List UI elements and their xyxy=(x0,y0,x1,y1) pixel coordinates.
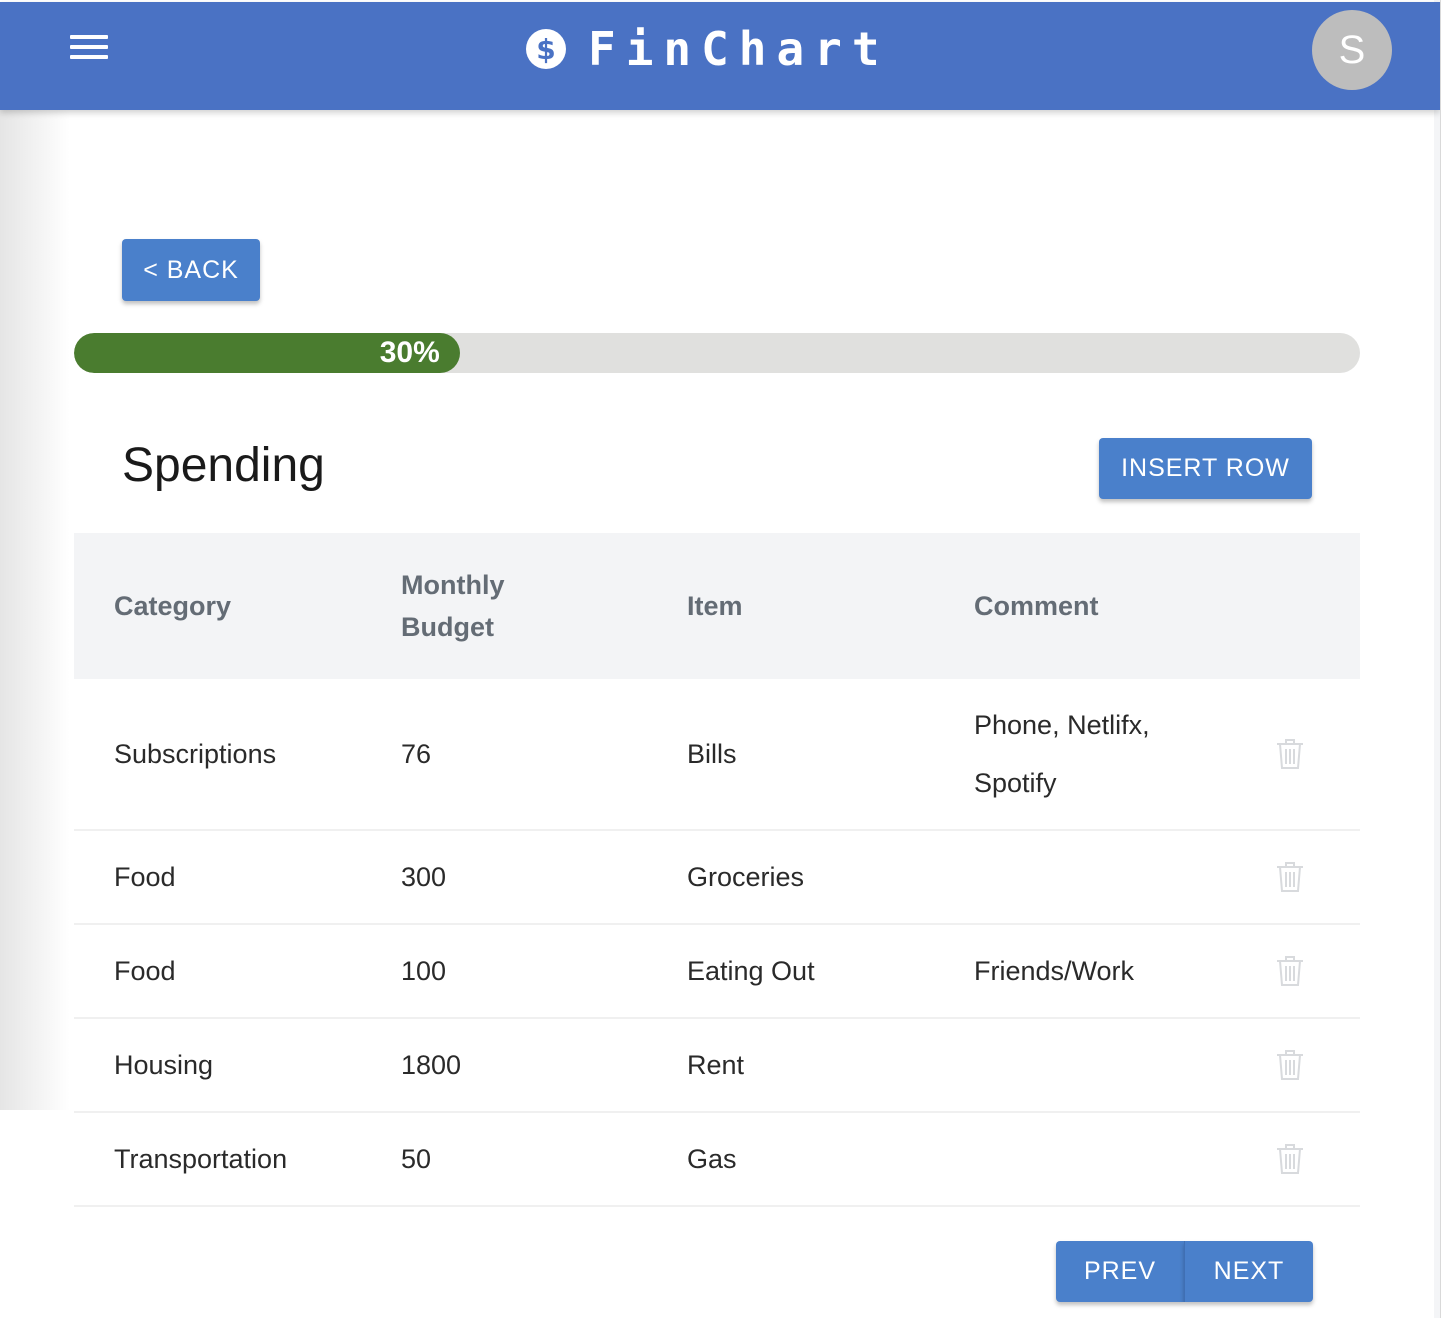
cell-category: Food xyxy=(114,862,176,892)
app-frame: $ FinChart S < BACK 30% Spending INSERT … xyxy=(0,0,1441,1318)
cell-item: Groceries xyxy=(687,862,805,892)
cell-item: Bills xyxy=(687,739,737,769)
progress-fill: 30% xyxy=(74,333,460,373)
app-name: FinChart xyxy=(588,22,890,76)
cell-comment xyxy=(974,831,1234,923)
app-bar: $ FinChart S xyxy=(0,2,1440,110)
cell-category: Housing xyxy=(114,1050,214,1080)
progress-bar: 30% xyxy=(74,333,1360,373)
cell-category: Transportation xyxy=(114,1144,288,1174)
header-category: Category xyxy=(114,591,232,621)
brand: $ FinChart xyxy=(526,22,890,76)
table-row[interactable]: Transportation 50 Gas xyxy=(74,1113,1360,1207)
cell-budget: 76 xyxy=(401,739,432,769)
trash-icon[interactable] xyxy=(1274,954,1306,988)
next-button[interactable]: NEXT xyxy=(1184,1241,1313,1302)
trash-icon[interactable] xyxy=(1274,1142,1306,1176)
header-comment: Comment xyxy=(974,591,1099,621)
cell-comment: Friends/Work xyxy=(974,956,1135,986)
trash-icon[interactable] xyxy=(1274,860,1306,894)
header-budget-line2: Budget xyxy=(401,612,494,642)
page-title: Spending xyxy=(122,439,325,492)
back-button[interactable]: < BACK xyxy=(122,239,260,301)
header-budget-line1: Monthly xyxy=(401,570,505,600)
cell-item: Rent xyxy=(687,1050,745,1080)
avatar[interactable]: S xyxy=(1312,10,1392,90)
cell-budget: 50 xyxy=(401,1144,432,1174)
trash-icon[interactable] xyxy=(1274,737,1306,771)
cell-comment xyxy=(974,1113,1234,1205)
cell-item: Gas xyxy=(687,1144,737,1174)
cell-comment: Phone, Netlifx, Spotify xyxy=(974,710,1150,798)
table-row[interactable]: Housing 1800 Rent xyxy=(74,1019,1360,1113)
cell-budget: 300 xyxy=(401,862,447,892)
trash-icon[interactable] xyxy=(1274,1048,1306,1082)
table-header: Category Monthly Budget Item Comment xyxy=(74,533,1360,679)
spending-table: Category Monthly Budget Item Comment Sub… xyxy=(74,533,1360,1207)
prev-button[interactable]: PREV xyxy=(1056,1241,1184,1302)
cell-item: Eating Out xyxy=(687,956,815,986)
cell-comment xyxy=(974,1019,1234,1111)
hamburger-menu-icon[interactable] xyxy=(70,35,110,65)
header-item: Item xyxy=(687,591,743,621)
table-row[interactable]: Subscriptions 76 Bills Phone, Netlifx, S… xyxy=(74,679,1360,831)
cell-category: Food xyxy=(114,956,176,986)
cell-budget: 1800 xyxy=(401,1050,462,1080)
table-row[interactable]: Food 100 Eating Out Friends/Work xyxy=(74,925,1360,1019)
drawer-shadow xyxy=(0,110,70,1110)
cell-budget: 100 xyxy=(401,956,447,986)
progress-label: 30% xyxy=(379,336,440,369)
table-row[interactable]: Food 300 Groceries xyxy=(74,831,1360,925)
header-monthly-budget: Monthly Budget xyxy=(401,533,504,679)
insert-row-button[interactable]: INSERT ROW xyxy=(1099,438,1312,499)
dollar-circle-icon: $ xyxy=(526,29,566,69)
cell-category: Subscriptions xyxy=(114,739,277,769)
window-edge xyxy=(1434,0,1440,1318)
